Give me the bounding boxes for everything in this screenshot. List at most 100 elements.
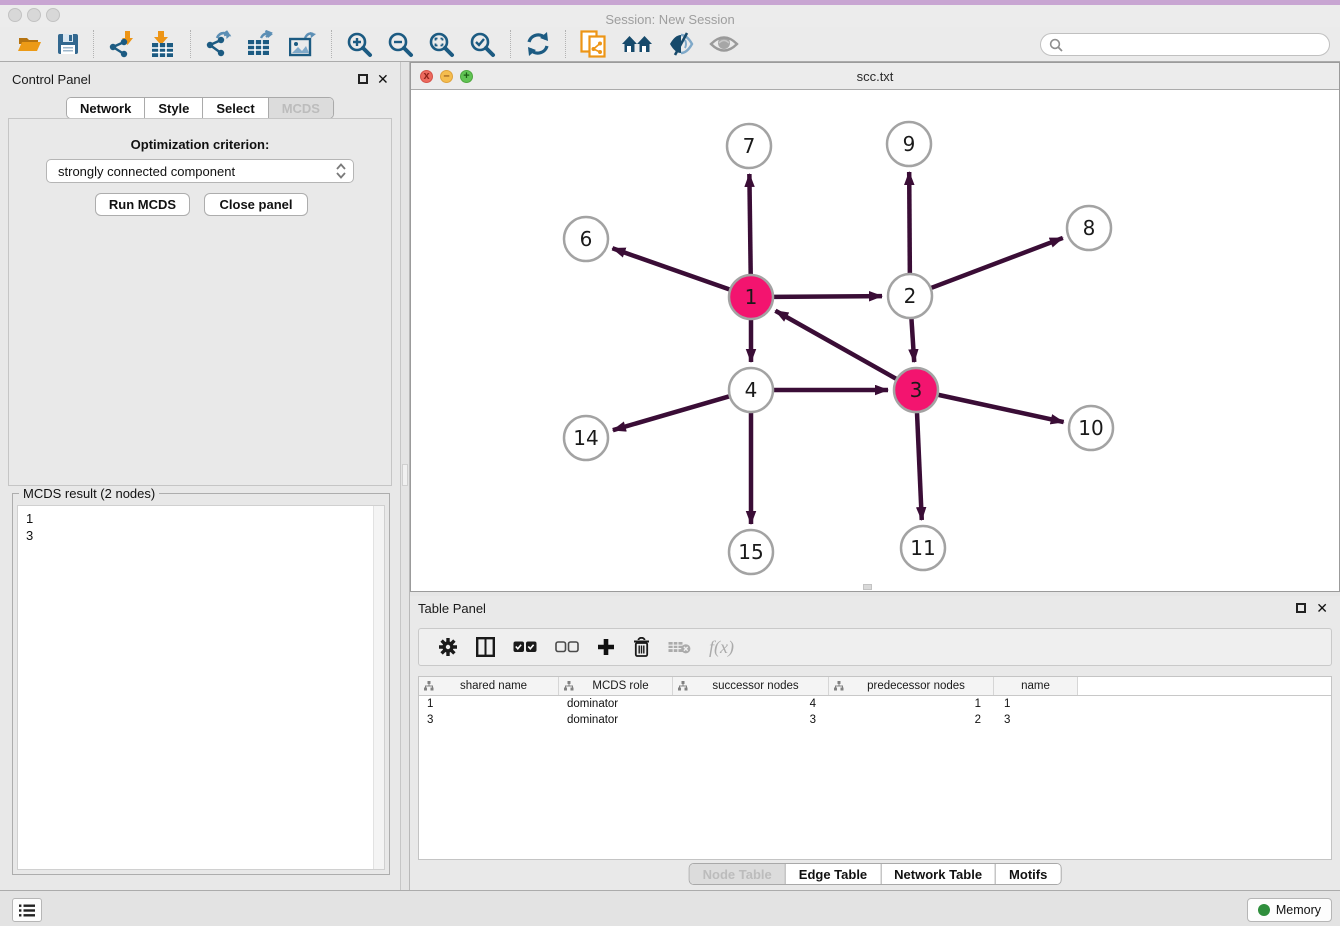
close-panel-icon[interactable]: ✕	[377, 73, 389, 85]
gear-icon	[438, 637, 458, 657]
add-column-button[interactable]	[588, 631, 624, 663]
float-table-panel-icon[interactable]	[1296, 603, 1306, 613]
cell-predecessor-nodes[interactable]: 1	[829, 696, 994, 712]
select-all-columns-button[interactable]	[504, 631, 546, 663]
cell-successor-nodes[interactable]: 4	[673, 696, 829, 712]
splitter-handle[interactable]	[402, 464, 408, 486]
table-row[interactable]: 3 dominator 3 2 3	[419, 712, 1331, 728]
close-panel-button[interactable]: Close panel	[204, 193, 308, 216]
import-network-button[interactable]	[101, 28, 143, 60]
dropdown-stepper-icon	[335, 163, 347, 179]
column-layout-button[interactable]	[467, 631, 504, 663]
horizontal-splitter-handle[interactable]	[863, 584, 872, 590]
result-scrollbar[interactable]	[373, 506, 384, 869]
zoom-selected-button[interactable]	[462, 28, 503, 60]
mcds-result-values: 1 3	[18, 506, 384, 548]
graph-edge-3-10[interactable]	[938, 395, 1063, 422]
save-icon	[57, 33, 79, 55]
delete-column-button[interactable]	[624, 631, 659, 663]
network-document-pair-icon	[580, 30, 607, 58]
tab-edge-table[interactable]: Edge Table	[785, 864, 880, 884]
network-window-title: scc.txt	[411, 69, 1339, 84]
graph-edge-1-7[interactable]	[749, 174, 750, 274]
column-header-predecessor-nodes[interactable]: predecessor nodes	[829, 677, 994, 695]
graph-edge-2-3[interactable]	[911, 319, 914, 362]
new-network-from-selection-button[interactable]	[573, 28, 614, 60]
show-all-button[interactable]	[702, 28, 746, 60]
zoom-out-button[interactable]	[380, 28, 421, 60]
apply-layout-button[interactable]	[518, 28, 558, 60]
zoom-in-button[interactable]	[339, 28, 380, 60]
tab-network[interactable]: Network	[67, 98, 144, 118]
control-panel: Control Panel ✕ Network Style Select MCD…	[0, 62, 400, 890]
function-builder-button[interactable]: f(x)	[700, 631, 743, 663]
tab-mcds[interactable]: MCDS	[268, 98, 333, 118]
search-box	[1040, 33, 1330, 56]
table-settings-button[interactable]	[429, 631, 467, 663]
column-header-successor-nodes[interactable]: successor nodes	[673, 677, 829, 695]
graph-edge-2-9[interactable]	[909, 172, 910, 273]
cell-mcds-role[interactable]: dominator	[559, 712, 673, 728]
cell-shared-name[interactable]: 1	[419, 696, 559, 712]
cell-name[interactable]: 1	[994, 696, 1078, 712]
network-window-titlebar[interactable]: x – + scc.txt	[411, 63, 1339, 90]
search-input[interactable]	[1068, 37, 1321, 52]
column-type-icon	[424, 681, 434, 691]
toolbar-separator	[331, 30, 332, 58]
deselect-all-columns-button[interactable]	[546, 631, 588, 663]
export-image-button[interactable]	[282, 28, 324, 60]
cell-mcds-role[interactable]: dominator	[559, 696, 673, 712]
graph-edge-4-14[interactable]	[613, 396, 729, 430]
graph-edge-3-1[interactable]	[775, 311, 896, 379]
tab-motifs[interactable]: Motifs	[995, 864, 1060, 884]
graph-edge-3-11[interactable]	[917, 413, 922, 520]
refresh-icon	[525, 31, 551, 57]
export-network-button[interactable]	[198, 28, 240, 60]
cell-predecessor-nodes[interactable]: 2	[829, 712, 994, 728]
toolbar-separator	[93, 30, 94, 58]
delete-table-button[interactable]	[659, 631, 700, 663]
cell-shared-name[interactable]: 3	[419, 712, 559, 728]
graph-edge-1-6[interactable]	[612, 248, 729, 289]
run-mcds-button[interactable]: Run MCDS	[95, 193, 190, 216]
save-session-button[interactable]	[50, 28, 86, 60]
graph-edge-2-8[interactable]	[932, 238, 1063, 288]
tab-style[interactable]: Style	[144, 98, 202, 118]
open-file-button[interactable]	[10, 28, 50, 60]
hide-selected-button[interactable]	[660, 28, 702, 60]
zoom-in-icon	[346, 31, 373, 58]
mcds-result-box: 1 3	[17, 505, 385, 870]
tab-network-table[interactable]: Network Table	[880, 864, 995, 884]
float-panel-icon[interactable]	[358, 74, 368, 84]
first-neighbors-button[interactable]	[614, 28, 660, 60]
export-table-icon	[247, 30, 275, 58]
network-window: x – + scc.txt 1234678910111415	[410, 62, 1340, 592]
tab-node-table[interactable]: Node Table	[690, 864, 785, 884]
zoom-fit-button[interactable]	[421, 28, 462, 60]
import-network-icon	[108, 30, 136, 58]
task-history-button[interactable]	[12, 898, 42, 922]
table-toolbar: f(x)	[418, 628, 1332, 666]
graph-edge-1-2[interactable]	[774, 296, 882, 297]
export-network-icon	[205, 30, 233, 58]
column-header-mcds-role[interactable]: MCDS role	[559, 677, 673, 695]
column-header-shared-name[interactable]: shared name	[419, 677, 559, 695]
plus-icon	[597, 638, 615, 656]
memory-button[interactable]: Memory	[1247, 898, 1332, 922]
criterion-dropdown[interactable]: strongly connected component	[46, 159, 354, 183]
table-row[interactable]: 1 dominator 4 1 1	[419, 696, 1331, 712]
toolbar-separator	[510, 30, 511, 58]
network-canvas[interactable]: 1234678910111415	[411, 90, 1339, 591]
column-header-name[interactable]: name	[994, 677, 1078, 695]
column-type-icon	[564, 681, 574, 691]
vertical-splitter[interactable]	[400, 62, 410, 890]
table-header-row: shared name MCDS role successor nodes pr…	[419, 677, 1331, 696]
search-icon	[1049, 38, 1063, 52]
import-table-button[interactable]	[143, 28, 183, 60]
export-table-button[interactable]	[240, 28, 282, 60]
tab-select[interactable]: Select	[202, 98, 267, 118]
cell-successor-nodes[interactable]: 3	[673, 712, 829, 728]
mcds-tab-content: Optimization criterion: strongly connect…	[8, 118, 392, 486]
cell-name[interactable]: 3	[994, 712, 1078, 728]
close-table-panel-icon[interactable]: ✕	[1316, 602, 1328, 614]
